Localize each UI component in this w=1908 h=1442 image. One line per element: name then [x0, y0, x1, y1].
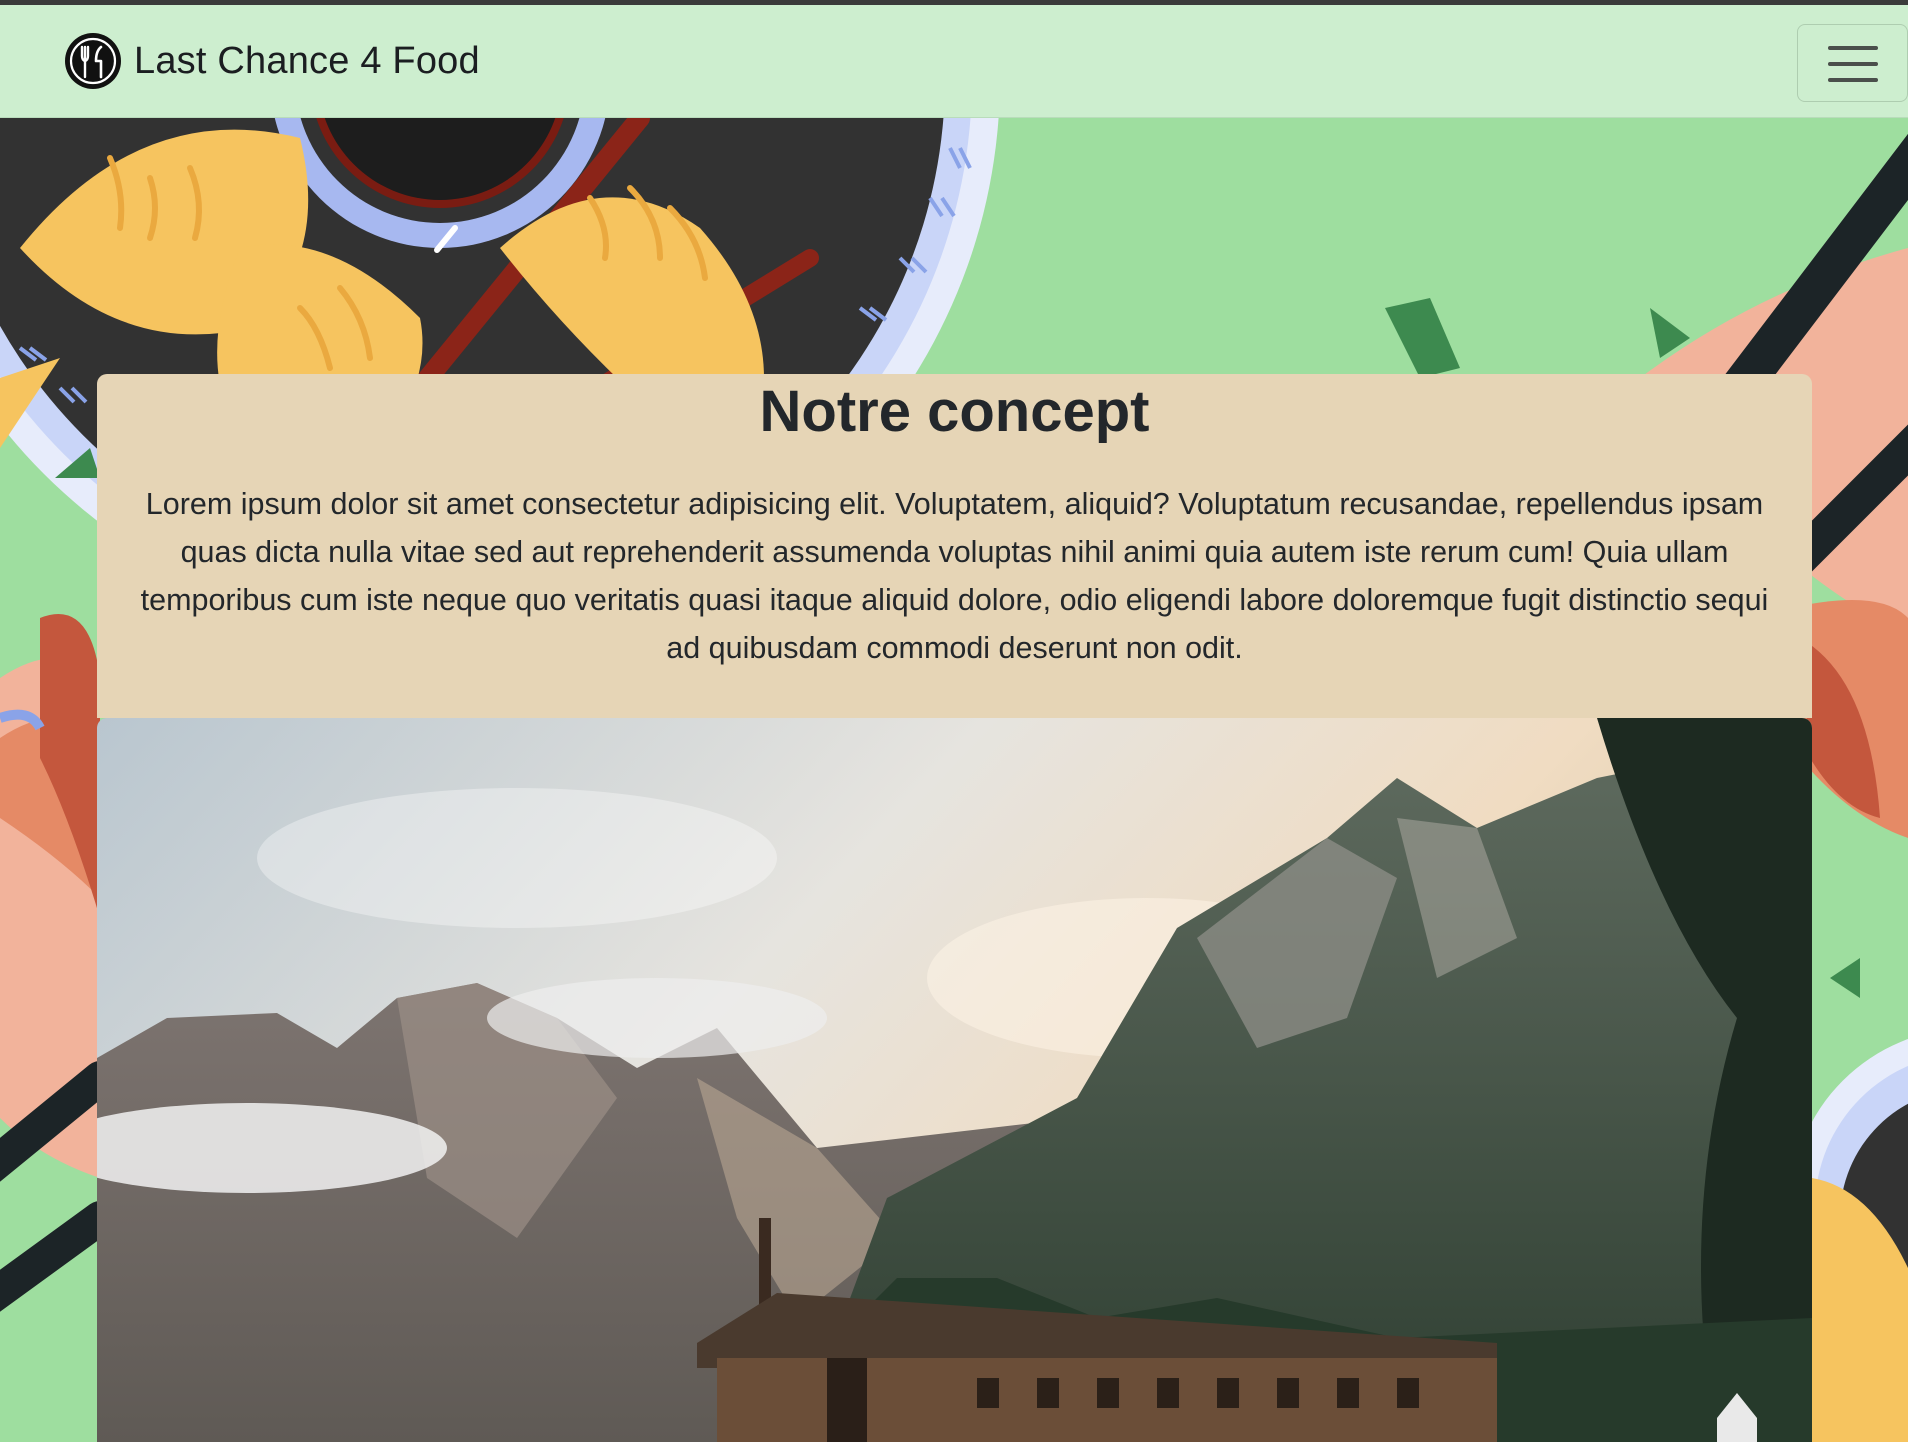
landscape-image: [97, 718, 1812, 1442]
navbar: Last Chance 4 Food: [0, 5, 1908, 118]
brand-name: Last Chance 4 Food: [134, 39, 480, 82]
menu-toggle-button[interactable]: [1797, 24, 1908, 102]
concept-description: Lorem ipsum dolor sit amet consectetur a…: [140, 487, 1769, 665]
brand-link[interactable]: Last Chance 4 Food: [63, 30, 480, 92]
concept-title: Notre concept: [759, 379, 1150, 444]
fork-and-knife-icon: [65, 33, 121, 89]
mountain-cabin-photo: [97, 718, 1812, 1442]
concept-section: Notre concept Lorem ipsum dolor sit amet…: [97, 374, 1812, 718]
